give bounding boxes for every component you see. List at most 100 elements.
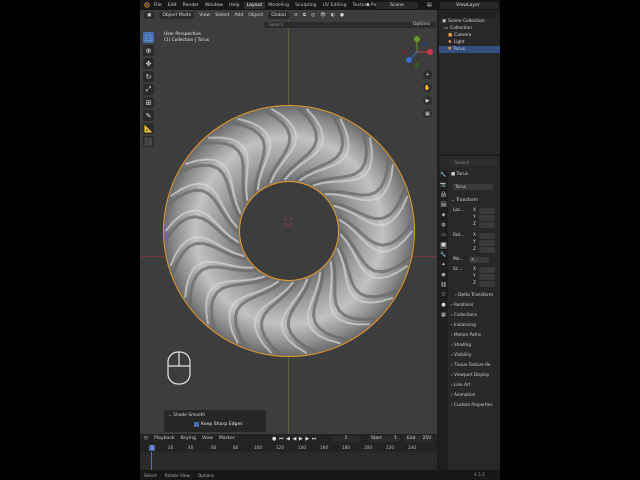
- annotate-icon[interactable]: ✎: [143, 110, 154, 121]
- shading-solid-icon[interactable]: ●: [340, 13, 344, 18]
- scale-x-field[interactable]: [479, 267, 495, 273]
- rotate-icon[interactable]: ↻: [143, 71, 154, 82]
- location-y-field[interactable]: [479, 215, 495, 221]
- keep-sharp-edges-checkbox[interactable]: Keep Sharp Edges: [194, 422, 243, 427]
- move-icon[interactable]: ✥: [143, 58, 154, 69]
- menu-view[interactable]: View: [199, 13, 210, 18]
- menu-help[interactable]: Help: [229, 3, 239, 8]
- constraints-tab-icon[interactable]: ⛓: [440, 282, 447, 289]
- menu-keying[interactable]: Keying: [181, 436, 196, 441]
- menu-file[interactable]: File: [154, 3, 162, 8]
- timeline[interactable]: 20 40 60 80 100 120 140 160 180 200 220 …: [140, 443, 437, 470]
- rotation-mode-select[interactable]: X...: [469, 257, 489, 263]
- data-tab-icon[interactable]: ▽: [440, 292, 447, 299]
- pan-hand-icon[interactable]: ✋: [423, 83, 432, 92]
- outliner[interactable]: ▣ Scene Collection ▭ Collection ■ Camera…: [439, 10, 500, 154]
- render-tab-icon[interactable]: 📷: [440, 182, 447, 189]
- torus-mesh[interactable]: [154, 94, 424, 364]
- playback-controls[interactable]: ● ⏮ ◀ ◀ ▶ ▶ ⏭: [272, 436, 317, 442]
- menu-add[interactable]: Add: [234, 13, 243, 18]
- location-z-field[interactable]: [479, 222, 495, 228]
- section-relations[interactable]: › Relations: [451, 302, 473, 307]
- camera-view-icon[interactable]: ▶: [423, 96, 432, 105]
- material-tab-icon[interactable]: ●: [440, 302, 447, 309]
- object-tab-icon[interactable]: ■: [440, 242, 447, 249]
- tab-uv-editing[interactable]: UV Editing: [320, 2, 350, 9]
- section-line-art[interactable]: › Line Art: [451, 382, 470, 387]
- tab-sculpting[interactable]: Sculpting: [292, 2, 319, 9]
- view-layer-selector[interactable]: ViewLayer: [440, 2, 498, 9]
- tab-layout[interactable]: Layout: [243, 1, 266, 9]
- world-tab-icon[interactable]: ◍: [440, 222, 447, 229]
- menu-object[interactable]: Object: [248, 13, 263, 18]
- select-box-icon[interactable]: ⬚: [143, 32, 154, 43]
- scale-icon[interactable]: ⤢: [143, 84, 154, 95]
- pivot-icon[interactable]: ⊙: [294, 13, 298, 18]
- section-instancing[interactable]: › Instancing: [451, 322, 476, 327]
- blender-logo-icon[interactable]: [143, 2, 150, 8]
- tab-modeling[interactable]: Modeling: [265, 2, 292, 9]
- menu-playback[interactable]: Playback: [154, 436, 175, 441]
- menu-render[interactable]: Render: [183, 3, 199, 8]
- outliner-item-light[interactable]: ✹ Light: [439, 39, 500, 46]
- tool-tab-icon[interactable]: 🔧: [440, 172, 447, 179]
- cursor-icon[interactable]: ⊕: [143, 45, 154, 56]
- start-frame-field[interactable]: Start 1: [368, 436, 400, 442]
- outliner-item-torus[interactable]: ▼ Torus: [439, 46, 500, 53]
- options-button[interactable]: Options: [413, 22, 430, 27]
- menu-edit[interactable]: Edit: [168, 3, 177, 8]
- viewport-search[interactable]: Search: [264, 22, 436, 28]
- frame-ruler[interactable]: 20 40 60 80 100 120 140 160 180 200 220 …: [140, 443, 437, 452]
- transform-panel-header[interactable]: ⌄ Transform: [451, 198, 478, 203]
- perspective-grid-icon[interactable]: ▦: [423, 109, 432, 118]
- section-shading[interactable]: › Shading: [451, 342, 471, 347]
- end-frame-field[interactable]: End 250: [404, 436, 434, 442]
- rotation-x-field[interactable]: [479, 233, 495, 239]
- measure-icon[interactable]: 📐: [143, 123, 154, 134]
- location-x-field[interactable]: [479, 208, 495, 214]
- scale-y-field[interactable]: [479, 274, 495, 280]
- menu-marker[interactable]: Marker: [219, 436, 235, 441]
- add-cube-icon[interactable]: ⬛: [143, 136, 154, 147]
- delta-transform-header[interactable]: › Delta Transform: [455, 293, 493, 298]
- current-frame-field[interactable]: 1: [332, 436, 360, 442]
- physics-tab-icon[interactable]: ◉: [440, 272, 447, 279]
- zoom-icon[interactable]: +: [423, 70, 432, 79]
- timeline-editor-icon[interactable]: ◷: [144, 436, 148, 441]
- modifiers-tab-icon[interactable]: 🔧: [440, 252, 447, 259]
- properties-editor[interactable]: Search 🔧 📷 🖨 🖼 ◈ ◍ ▭ ■ 🔧 ✦ ◉ ⛓ ▽ ● ▦ ■ T…: [439, 156, 500, 470]
- output-tab-icon[interactable]: 🖨: [440, 192, 447, 199]
- visibility-icon[interactable]: 👁: [320, 13, 326, 18]
- section-viewport-display[interactable]: › Viewport Display: [451, 372, 489, 377]
- section-animation[interactable]: › Animation: [451, 392, 475, 397]
- section-custom-properties[interactable]: › Custom Properties: [451, 402, 493, 407]
- menu-window[interactable]: Window: [205, 3, 223, 8]
- redo-panel-title[interactable]: ⌄ Shade Smooth: [168, 413, 205, 418]
- rotation-y-field[interactable]: [479, 240, 495, 246]
- orientation-selector[interactable]: Global: [268, 11, 289, 19]
- outliner-item-camera[interactable]: ■ Camera: [439, 32, 500, 39]
- snap-icon[interactable]: ⧉: [303, 12, 306, 18]
- playhead[interactable]: 1: [149, 445, 155, 451]
- menu-select[interactable]: Select: [215, 13, 229, 18]
- view-layer-tab-icon[interactable]: 🖼: [440, 202, 447, 209]
- section-motion-paths[interactable]: › Motion Paths: [451, 332, 481, 337]
- properties-search[interactable]: Search: [449, 160, 497, 166]
- scale-z-field[interactable]: [479, 281, 495, 287]
- texture-tab-icon[interactable]: ▦: [440, 312, 447, 319]
- collection-tab-icon[interactable]: ▭: [440, 232, 447, 239]
- transform-icon[interactable]: ⊞: [143, 97, 154, 108]
- overlays-icon[interactable]: ◐: [331, 13, 335, 18]
- menu-timeline-view[interactable]: View: [202, 436, 213, 441]
- particles-tab-icon[interactable]: ✦: [440, 262, 447, 269]
- navigation-gizmo[interactable]: [401, 34, 437, 70]
- rotation-z-field[interactable]: [479, 247, 495, 253]
- scene-tab-icon[interactable]: ◈: [440, 212, 447, 219]
- object-name-field[interactable]: Torus: [453, 184, 493, 190]
- section-collections[interactable]: › Collections: [451, 312, 477, 317]
- section-visibility[interactable]: › Visibility: [451, 352, 472, 357]
- redo-panel[interactable]: ⌄ Shade Smooth Keep Sharp Edges: [164, 410, 266, 432]
- section-tissue-texture[interactable]: › Tissue Texture Re: [451, 362, 491, 367]
- mode-selector[interactable]: Object Mode: [159, 11, 195, 19]
- scene-selector[interactable]: Scene: [376, 2, 418, 9]
